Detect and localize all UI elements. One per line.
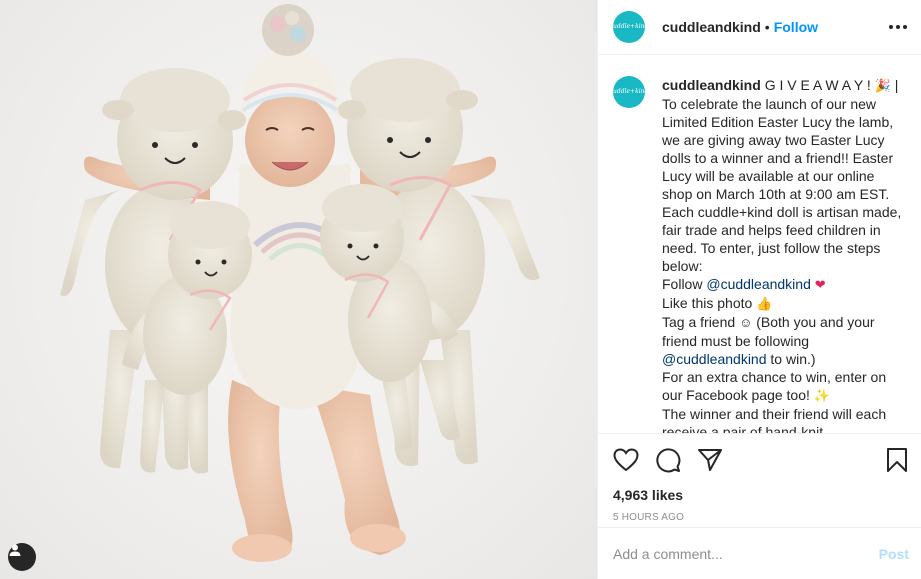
caption-line: receive a pair of hand-knit — [662, 424, 824, 433]
action-bar: 4,963 likes 5 HOURS AGO — [598, 433, 921, 523]
party-emoji: 🎉 — [874, 78, 891, 93]
heart-emoji: ❤ — [814, 277, 826, 292]
post-photo[interactable] — [0, 0, 597, 579]
avatar[interactable]: cuddle+kind — [610, 11, 648, 43]
caption-line: G I V E A W A Y ! — [764, 77, 871, 93]
share-icon[interactable] — [697, 448, 723, 472]
follow-prefix: Follow — [662, 276, 707, 292]
follow-button[interactable]: Follow — [774, 19, 818, 35]
user-tag-icon — [9, 544, 21, 556]
bookmark-icon[interactable] — [886, 447, 908, 473]
tag-instruction: Tag a friend — [662, 314, 736, 330]
comment-bar: Post — [598, 527, 921, 579]
account-handle[interactable]: cuddleandkind — [662, 19, 761, 35]
caption-line: below: — [662, 258, 703, 274]
user-tag-button[interactable] — [8, 543, 36, 571]
baby-with-lamb-dolls-image — [60, 4, 540, 562]
caption-line: to win.) — [766, 351, 816, 367]
caption-avatar[interactable]: cuddle+kind — [610, 76, 648, 108]
more-options-icon[interactable] — [889, 25, 907, 29]
thumbs-up-emoji: 👍 — [756, 296, 773, 311]
comment-input[interactable] — [613, 545, 879, 562]
sparkle-emoji: ✨ — [813, 388, 830, 403]
avatar-text: cuddle+kind — [609, 23, 649, 30]
mention-link[interactable]: @cuddleandkind — [706, 276, 811, 292]
comment-icon[interactable] — [655, 447, 681, 473]
caption-line: Each cuddle+kind doll is artisan made, — [662, 204, 902, 220]
caption-line: fair trade and helps feed children in — [662, 222, 881, 238]
caption-line: The winner and their friend will each — [662, 406, 887, 422]
caption-line: our Facebook page too! — [662, 387, 810, 403]
caption-text: cuddleandkind G I V E A W A Y ! 🎉 | To c… — [662, 76, 902, 433]
tag-instruction-cont: (Both you and your — [752, 314, 875, 330]
mention-link[interactable]: @cuddleandkind — [662, 351, 767, 367]
caption-line: To celebrate the launch of our new — [662, 96, 877, 112]
caption-avatar-text: cuddle+kind — [609, 88, 649, 95]
caption-section: cuddle+kind cuddleandkind G I V E A W A … — [598, 56, 921, 433]
caption-line: need. To enter, just follow the steps — [662, 240, 881, 256]
caption-line: For an extra chance to win, enter on — [662, 369, 887, 385]
separator-dot: • — [764, 19, 770, 35]
like-instruction: Like this photo — [662, 295, 753, 311]
post-sidebar: cuddle+kind cuddleandkind • Follow cuddl… — [597, 0, 921, 579]
post-button[interactable]: Post — [879, 546, 909, 562]
caption-line: we are giving away two Easter Lucy — [662, 132, 885, 148]
likes-count[interactable]: 4,963 likes — [613, 487, 906, 503]
heart-icon[interactable] — [613, 448, 639, 472]
post-timestamp[interactable]: 5 HOURS AGO — [613, 512, 906, 523]
caption-line: Limited Edition Easter Lucy the lamb, — [662, 114, 894, 130]
caption-line: friend must be following — [662, 333, 810, 349]
caption-handle[interactable]: cuddleandkind — [662, 77, 761, 93]
caption-line: shop on March 10th at 9:00 am EST. — [662, 186, 890, 202]
post-header: cuddle+kind cuddleandkind • Follow — [598, 0, 921, 55]
smile-emoji: ☺ — [739, 315, 753, 330]
caption-line: dolls to a winner and a friend!! Easter — [662, 150, 894, 166]
caption-line: Lucy will be available at our online — [662, 168, 875, 184]
